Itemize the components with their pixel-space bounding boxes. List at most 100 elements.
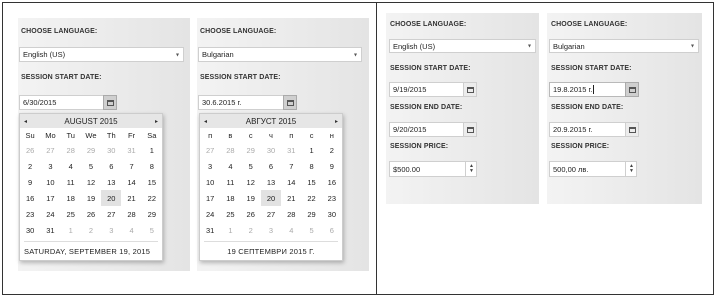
day-cell[interactable]: 30 <box>101 142 121 158</box>
day-cell[interactable]: 4 <box>121 222 141 238</box>
day-cell[interactable]: 3 <box>200 158 220 174</box>
calendar-button[interactable] <box>625 82 639 97</box>
day-cell[interactable]: 10 <box>40 174 60 190</box>
day-cell[interactable]: 23 <box>20 206 40 222</box>
next-month-icon[interactable]: ▸ <box>335 118 338 125</box>
day-cell[interactable]: 27 <box>200 142 220 158</box>
day-cell[interactable]: 16 <box>20 190 40 206</box>
calendar-button[interactable] <box>103 95 117 110</box>
day-cell[interactable]: 5 <box>142 222 162 238</box>
language-select[interactable]: Bulgarian ▾ <box>549 39 699 53</box>
day-cell[interactable]: 14 <box>281 174 301 190</box>
day-cell[interactable]: 25 <box>61 206 81 222</box>
day-cell[interactable]: 26 <box>20 142 40 158</box>
day-cell[interactable]: 6 <box>101 158 121 174</box>
day-cell[interactable]: 31 <box>40 222 60 238</box>
day-cell[interactable]: 13 <box>261 174 281 190</box>
session-start-input[interactable]: 30.6.2015 г. <box>198 95 297 110</box>
day-cell[interactable]: 15 <box>142 174 162 190</box>
day-cell[interactable]: 26 <box>241 206 261 222</box>
day-cell[interactable]: 19 <box>241 190 261 206</box>
day-cell[interactable]: 6 <box>322 222 342 238</box>
calendar-button[interactable] <box>463 122 477 137</box>
day-cell[interactable]: 28 <box>121 206 141 222</box>
language-select[interactable]: Bulgarian ▾ <box>198 47 362 62</box>
day-cell[interactable]: 29 <box>142 206 162 222</box>
day-cell[interactable]: 13 <box>101 174 121 190</box>
day-cell[interactable]: 29 <box>81 142 101 158</box>
price-stepper[interactable]: ▲ ▼ <box>465 161 477 177</box>
day-cell[interactable]: 14 <box>121 174 141 190</box>
day-cell[interactable]: 29 <box>301 206 321 222</box>
day-cell[interactable]: 30 <box>261 142 281 158</box>
day-cell[interactable]: 17 <box>40 190 60 206</box>
day-cell[interactable]: 9 <box>322 158 342 174</box>
day-cell[interactable]: 3 <box>101 222 121 238</box>
day-cell[interactable]: 1 <box>61 222 81 238</box>
day-cell[interactable]: 4 <box>281 222 301 238</box>
language-select[interactable]: English (US) ▾ <box>19 47 184 62</box>
prev-month-icon[interactable]: ◂ <box>204 118 207 125</box>
day-cell[interactable]: 28 <box>61 142 81 158</box>
session-end-input[interactable]: 9/20/2015 <box>389 122 477 137</box>
day-cell[interactable]: 19 <box>81 190 101 206</box>
day-cell[interactable]: 17 <box>200 190 220 206</box>
session-start-input[interactable]: 19.8.2015 г. <box>549 82 639 97</box>
day-cell[interactable]: 21 <box>281 190 301 206</box>
day-cell[interactable]: 4 <box>220 158 240 174</box>
day-cell[interactable]: 18 <box>61 190 81 206</box>
day-cell[interactable]: 22 <box>301 190 321 206</box>
day-cell[interactable]: 24 <box>40 206 60 222</box>
day-cell[interactable]: 21 <box>121 190 141 206</box>
day-cell[interactable]: 8 <box>301 158 321 174</box>
day-cell[interactable]: 2 <box>241 222 261 238</box>
day-cell[interactable]: 12 <box>241 174 261 190</box>
day-cell[interactable]: 4 <box>61 158 81 174</box>
day-cell[interactable]: 31 <box>281 142 301 158</box>
next-month-icon[interactable]: ▸ <box>155 118 158 125</box>
day-cell[interactable]: 27 <box>40 142 60 158</box>
calendar-button[interactable] <box>283 95 297 110</box>
day-cell[interactable]: 10 <box>200 174 220 190</box>
day-cell[interactable]: 5 <box>301 222 321 238</box>
stepper-down-icon[interactable]: ▼ <box>469 169 474 174</box>
day-cell[interactable]: 7 <box>281 158 301 174</box>
day-cell[interactable]: 9 <box>20 174 40 190</box>
calendar-button[interactable] <box>463 82 477 97</box>
price-stepper[interactable]: ▲ ▼ <box>625 161 637 177</box>
day-cell[interactable]: 1 <box>220 222 240 238</box>
day-cell[interactable]: 27 <box>101 206 121 222</box>
day-cell[interactable]: 24 <box>200 206 220 222</box>
day-cell[interactable]: 5 <box>241 158 261 174</box>
day-cell[interactable]: 22 <box>142 190 162 206</box>
session-end-input[interactable]: 20.9.2015 г. <box>549 122 639 137</box>
day-cell[interactable]: 11 <box>220 174 240 190</box>
datepicker-footer[interactable]: SATURDAY, SEPTEMBER 19, 2015 <box>24 241 158 260</box>
day-cell[interactable]: 1 <box>142 142 162 158</box>
day-cell[interactable]: 30 <box>322 206 342 222</box>
day-cell[interactable]: 27 <box>261 206 281 222</box>
session-start-input[interactable]: 9/19/2015 <box>389 82 477 97</box>
session-price-input[interactable]: $500.00 ▲ ▼ <box>389 161 477 177</box>
day-cell[interactable]: 2 <box>322 142 342 158</box>
session-start-input[interactable]: 6/30/2015 <box>19 95 117 110</box>
day-cell[interactable]: 26 <box>81 206 101 222</box>
day-cell[interactable]: 8 <box>142 158 162 174</box>
day-cell[interactable]: 11 <box>61 174 81 190</box>
day-cell[interactable]: 31 <box>121 142 141 158</box>
calendar-button[interactable] <box>625 122 639 137</box>
day-cell[interactable]: 28 <box>281 206 301 222</box>
day-cell[interactable]: 25 <box>220 206 240 222</box>
day-cell[interactable]: 6 <box>261 158 281 174</box>
day-cell[interactable]: 30 <box>20 222 40 238</box>
day-cell[interactable]: 29 <box>241 142 261 158</box>
day-cell[interactable]: 7 <box>121 158 141 174</box>
day-cell[interactable]: 28 <box>220 142 240 158</box>
prev-month-icon[interactable]: ◂ <box>24 118 27 125</box>
day-cell[interactable]: 2 <box>81 222 101 238</box>
day-cell[interactable]: 18 <box>220 190 240 206</box>
day-cell-selected[interactable]: 20 <box>101 190 122 206</box>
session-price-input[interactable]: 500,00 лв. ▲ ▼ <box>549 161 637 177</box>
day-cell[interactable]: 15 <box>301 174 321 190</box>
stepper-down-icon[interactable]: ▼ <box>629 169 634 174</box>
